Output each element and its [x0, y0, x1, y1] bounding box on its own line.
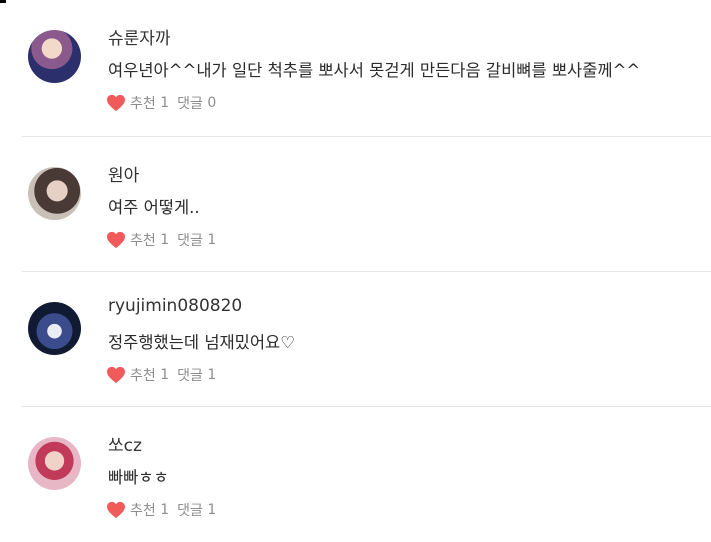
- comment-username[interactable]: ryujimin080820: [108, 296, 242, 316]
- like-label[interactable]: 추천: [130, 93, 156, 113]
- comment-username[interactable]: 원아: [108, 161, 139, 186]
- comment-username[interactable]: 슈룬자까: [108, 24, 171, 49]
- comment-meta: 추천 1 댓글 1: [106, 500, 216, 520]
- heart-icon[interactable]: [106, 501, 126, 519]
- heart-icon[interactable]: [106, 231, 126, 249]
- like-count: 1: [160, 95, 170, 111]
- like-label[interactable]: 추천: [130, 500, 156, 520]
- like-label[interactable]: 추천: [130, 230, 156, 250]
- reply-count: 1: [207, 367, 217, 383]
- heart-icon[interactable]: [106, 94, 126, 112]
- comment-text: 여주 어떻게..: [108, 198, 200, 217]
- heart-icon[interactable]: [106, 366, 126, 384]
- comment-item: 쏘cz 빠빠ㅎㅎ 추천 1 댓글 1: [0, 407, 711, 542]
- comment-item: ryujimin080820 정주행했는데 넘재밌어요♡ 추천 1 댓글 1: [0, 272, 711, 407]
- comment-text: 빠빠ㅎㅎ: [108, 468, 169, 487]
- reply-count: 0: [207, 95, 217, 111]
- reply-count: 1: [207, 502, 217, 518]
- comment-meta: 추천 1 댓글 1: [106, 230, 216, 250]
- comment-item: 원아 여주 어떻게.. 추천 1 댓글 1: [0, 137, 711, 272]
- like-count: 1: [160, 502, 170, 518]
- reply-count: 1: [207, 232, 217, 248]
- avatar[interactable]: [28, 437, 81, 490]
- reply-label[interactable]: 댓글: [177, 365, 203, 385]
- like-count: 1: [160, 367, 170, 383]
- comment-meta: 추천 1 댓글 0: [106, 93, 216, 113]
- comment-item: 슈룬자까 여우년아^^내가 일단 척추를 뽀사서 못걷게 만든다음 갈비뼈를 뽀…: [0, 0, 711, 137]
- like-count: 1: [160, 232, 170, 248]
- avatar[interactable]: [28, 30, 81, 83]
- comment-text: 정주행했는데 넘재밌어요♡: [108, 333, 296, 352]
- avatar[interactable]: [28, 167, 81, 220]
- reply-label[interactable]: 댓글: [177, 230, 203, 250]
- reply-label[interactable]: 댓글: [177, 500, 203, 520]
- reply-label[interactable]: 댓글: [177, 93, 203, 113]
- like-label[interactable]: 추천: [130, 365, 156, 385]
- avatar[interactable]: [28, 302, 81, 355]
- comment-meta: 추천 1 댓글 1: [106, 365, 216, 385]
- comment-list: 슈룬자까 여우년아^^내가 일단 척추를 뽀사서 못걷게 만든다음 갈비뼈를 뽀…: [0, 0, 711, 542]
- comment-username[interactable]: 쏘cz: [108, 431, 142, 456]
- comment-text: 여우년아^^내가 일단 척추를 뽀사서 못걷게 만든다음 갈비뼈를 뽀사줄께^^: [108, 61, 641, 80]
